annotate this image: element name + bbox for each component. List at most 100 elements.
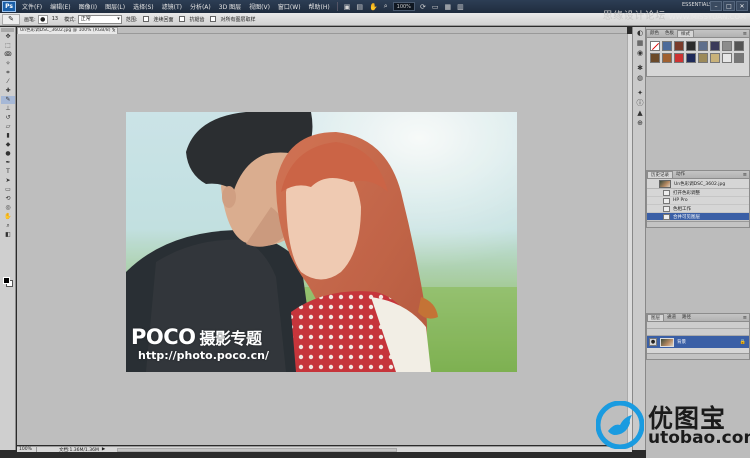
menu-edit[interactable]: 编辑(E) <box>46 2 74 11</box>
type-tool-icon[interactable]: T <box>1 168 15 176</box>
menu-view[interactable]: 视图(V) <box>245 2 274 11</box>
antialias-checkbox[interactable] <box>179 16 186 22</box>
adjustments-panel-icon[interactable]: ✱ <box>634 63 646 72</box>
path-select-tool-icon[interactable]: ➤ <box>1 177 15 185</box>
history-step[interactable]: 色相工作 <box>647 205 749 213</box>
style-swatch[interactable] <box>710 53 720 63</box>
history-step-selected[interactable]: 合并可见图层 <box>647 213 749 221</box>
zoom-icon[interactable]: ⌕ <box>381 2 391 11</box>
menu-layer[interactable]: 图层(L) <box>101 2 129 11</box>
menu-help[interactable]: 帮助(H) <box>305 2 334 11</box>
masks-panel-icon[interactable]: ◍ <box>634 73 646 82</box>
contiguous-checkbox[interactable] <box>143 16 150 22</box>
style-swatch[interactable] <box>710 41 720 51</box>
histogram-panel-icon[interactable]: ▲ <box>634 108 646 117</box>
style-swatch[interactable] <box>674 53 684 63</box>
info-panel-icon[interactable]: ⓘ <box>634 98 646 107</box>
style-swatch[interactable] <box>662 53 672 63</box>
tab-history[interactable]: 历史记录 <box>647 171 673 178</box>
crop-tool-icon[interactable]: ⌗ <box>1 69 15 77</box>
mode-select[interactable]: 正常 ▾ <box>77 14 122 24</box>
style-swatch[interactable] <box>662 41 672 51</box>
lasso-tool-icon[interactable]: ↂ <box>1 51 15 59</box>
tab-styles[interactable]: 样式 <box>677 30 694 37</box>
style-swatch[interactable] <box>686 53 696 63</box>
style-swatch[interactable] <box>650 53 660 63</box>
layer-lock-options[interactable] <box>647 329 749 336</box>
tab-channels[interactable]: 通道 <box>664 314 679 321</box>
current-tool-brush-icon[interactable]: ✎ <box>2 13 20 25</box>
clone-stamp-tool-icon[interactable]: ⊥ <box>1 105 15 113</box>
healing-tool-icon[interactable]: ✚ <box>1 87 15 95</box>
eyedropper-tool-icon[interactable]: ⁄ <box>1 78 15 86</box>
shape-tool-icon[interactable]: ▭ <box>1 186 15 194</box>
screen-mode-icon[interactable]: ▭ <box>429 3 442 11</box>
style-swatch[interactable] <box>686 41 696 51</box>
navigator-panel-icon[interactable]: ✦ <box>634 88 646 97</box>
menu-analysis[interactable]: 分析(A) <box>186 2 215 11</box>
history-step[interactable]: HP Pro <box>647 197 749 205</box>
gradient-tool-icon[interactable]: ▮ <box>1 132 15 140</box>
zoom-level[interactable]: 100% <box>392 2 415 11</box>
menu-3d[interactable]: 3D 图层 <box>215 2 245 11</box>
tab-paths[interactable]: 路径 <box>679 314 694 321</box>
document-photo[interactable]: POCO 摄影专题 http://photo.poco.cn/ <box>126 112 517 372</box>
menu-window[interactable]: 窗口(W) <box>274 2 305 11</box>
default-colors-icon[interactable]: ◧ <box>1 231 15 239</box>
bridge-icon[interactable]: ▣ <box>341 3 354 11</box>
arrange-icon[interactable]: ▤ <box>353 3 366 11</box>
layout-icon[interactable]: ▥ <box>454 3 467 11</box>
document-tab[interactable]: Un色彩调DSC_3602.jpg @ 100% (RGB/8) * × <box>17 27 118 34</box>
color-panel-icon[interactable]: ◐ <box>634 28 646 37</box>
rotate-view-icon[interactable]: ⟳ <box>417 3 429 11</box>
history-brush-tool-icon[interactable]: ↺ <box>1 114 15 122</box>
menu-select[interactable]: 选择(S) <box>129 2 158 11</box>
panel-menu-icon[interactable]: ≡ <box>743 31 747 37</box>
tab-color[interactable]: 颜色 <box>647 30 662 37</box>
style-swatch[interactable] <box>734 41 744 51</box>
panel-grip[interactable] <box>1 28 14 32</box>
sample-all-checkbox[interactable] <box>210 16 217 22</box>
style-swatch[interactable] <box>734 53 744 63</box>
marquee-tool-icon[interactable]: ⬚ <box>1 42 15 50</box>
history-snapshot[interactable]: Un色彩调DSC_3602.jpg <box>647 179 749 189</box>
style-swatch[interactable] <box>674 41 684 51</box>
tab-actions[interactable]: 动作 <box>673 171 688 178</box>
status-menu-arrow-icon[interactable]: ▶ <box>102 447 105 452</box>
quick-select-tool-icon[interactable]: ✧ <box>1 60 15 68</box>
tab-swatches[interactable]: 色板 <box>662 30 677 37</box>
styles-panel-icon[interactable]: ◉ <box>634 48 646 57</box>
hand-tool-icon[interactable]: ✋ <box>1 213 15 221</box>
eraser-tool-icon[interactable]: ▱ <box>1 123 15 131</box>
3d-orbit-tool-icon[interactable]: ◎ <box>1 204 15 212</box>
status-zoom[interactable]: 100% <box>17 447 37 452</box>
style-swatch[interactable] <box>650 41 660 51</box>
history-step[interactable]: 打开色彩调整 <box>647 189 749 197</box>
foreground-color-swatch[interactable] <box>3 277 10 284</box>
swatches-panel-icon[interactable]: ▦ <box>634 38 646 47</box>
layer-blend-options[interactable] <box>647 322 749 329</box>
menu-image[interactable]: 图像(I) <box>75 2 101 11</box>
hand-icon[interactable]: ✋ <box>366 3 381 11</box>
extras-icon[interactable]: ▦ <box>441 3 454 11</box>
panel-menu-icon[interactable]: ≡ <box>743 172 747 178</box>
blur-tool-icon[interactable]: ◆ <box>1 141 15 149</box>
brush-preset-picker[interactable]: ● <box>37 14 48 24</box>
panel-menu-icon[interactable]: ≡ <box>743 315 747 321</box>
style-swatch[interactable] <box>698 41 708 51</box>
tab-layers[interactable]: 图层 <box>647 314 664 321</box>
menu-filter[interactable]: 滤镜(T) <box>158 2 186 11</box>
brush-tool-icon[interactable]: ✎ <box>1 96 15 104</box>
style-swatch[interactable] <box>698 53 708 63</box>
style-swatch[interactable] <box>722 53 732 63</box>
eye-icon[interactable]: ● <box>649 338 657 346</box>
3d-rotate-tool-icon[interactable]: ⟲ <box>1 195 15 203</box>
menu-file[interactable]: 文件(F) <box>18 2 46 11</box>
zoom-tool-icon[interactable]: ⌕ <box>1 222 15 230</box>
move-tool-icon[interactable]: ✥ <box>1 33 15 41</box>
layer-row[interactable]: ● 背景 🔒 <box>647 336 749 348</box>
style-swatch[interactable] <box>722 41 732 51</box>
clone-source-panel-icon[interactable]: ⊕ <box>634 118 646 127</box>
pen-tool-icon[interactable]: ✒ <box>1 159 15 167</box>
dodge-tool-icon[interactable]: ● <box>1 150 15 158</box>
